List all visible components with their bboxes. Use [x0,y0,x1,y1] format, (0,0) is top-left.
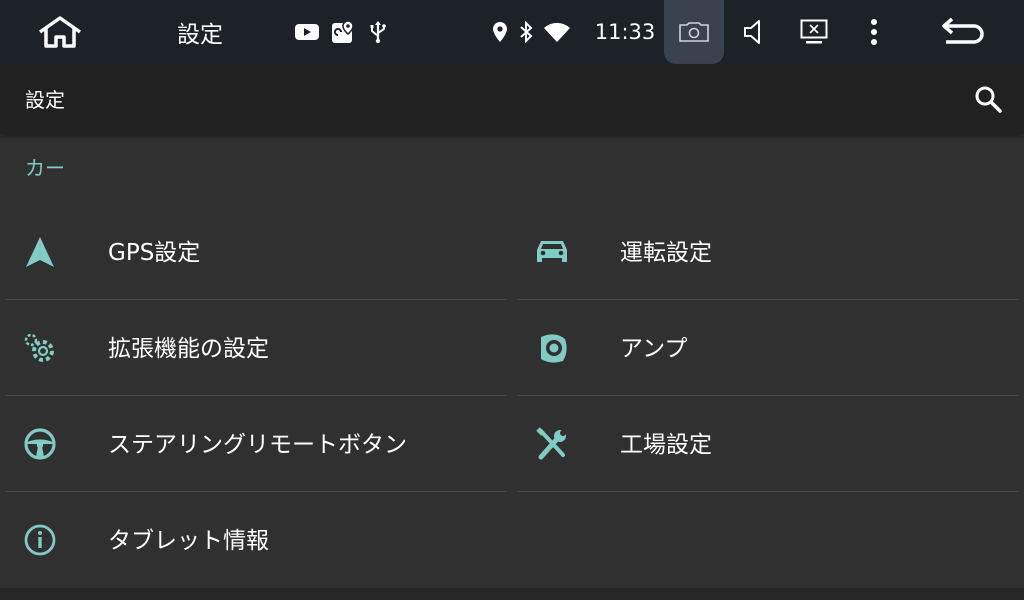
search-icon [975,86,1002,113]
tools-icon [534,426,570,462]
tile-amplifier[interactable]: アンプ [518,300,1018,396]
home-button[interactable] [30,0,90,64]
wifi-icon [540,0,574,64]
status-bar: 設定 11:33 [0,0,1024,64]
tile-label: アンプ [620,336,688,362]
status-bar-title: 設定 [177,22,223,48]
extended-settings-gears-icon [22,330,58,366]
tile-steering-remote-buttons[interactable]: ステアリングリモートボタン [6,396,506,492]
back-icon [942,17,984,44]
close-window-icon [800,19,828,44]
more-button[interactable] [856,0,892,64]
volume-icon [744,20,760,44]
back-button[interactable] [934,0,994,64]
volume-button[interactable] [734,0,774,64]
tile-tablet-info[interactable]: タブレット情報 [6,492,506,588]
tile-label: タブレット情報 [108,528,269,554]
bluetooth-icon [514,0,538,64]
page-title: 設定 [25,88,65,112]
tile-extended-settings[interactable]: 拡張機能の設定 [6,300,506,396]
tile-gps-settings[interactable]: GPS設定 [6,204,506,300]
clock: 11:33 [594,20,656,44]
tile-driving-settings[interactable]: 運転設定 [518,204,1018,300]
more-vert-icon [871,19,877,45]
search-button[interactable] [968,79,1008,119]
steering-wheel-icon [22,426,58,462]
maps-icon [328,0,358,64]
tile-factory-settings[interactable]: 工場設定 [518,396,1018,492]
tile-label: 運転設定 [620,240,712,266]
screenshot-icon [679,22,709,42]
youtube-icon [290,0,324,64]
tile-label: 工場設定 [620,432,712,458]
home-icon [38,16,82,48]
usb-icon [364,0,392,64]
settings-toolbar: 設定 [0,64,1024,134]
car-icon [534,234,570,270]
screenshot-button[interactable] [664,0,724,64]
bottom-edge [0,588,1024,600]
navigation-arrow-icon [22,234,58,270]
location-icon [488,0,512,64]
tile-label: ステアリングリモートボタン [108,432,407,458]
info-icon [22,522,58,558]
close-window-button[interactable] [794,0,834,64]
category-header-car: カー [25,156,65,180]
tile-label: GPS設定 [108,240,201,266]
tile-label: 拡張機能の設定 [108,336,269,362]
speaker-icon [534,330,570,366]
